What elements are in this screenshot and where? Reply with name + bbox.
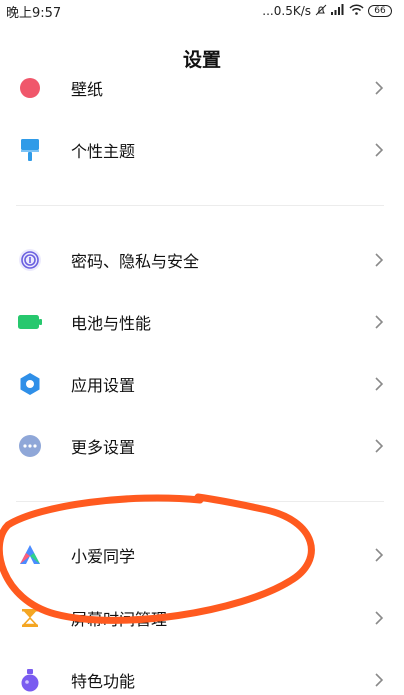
list-item-screen-time[interactable]: 屏幕时间管理 xyxy=(0,590,404,646)
flask-icon xyxy=(18,668,42,692)
list-item-label: 密码、隐私与安全 xyxy=(71,252,200,271)
chevron-right-icon xyxy=(372,611,386,625)
section-divider xyxy=(16,501,384,502)
chevron-right-icon xyxy=(372,253,386,267)
list-item-app-settings[interactable]: 应用设置 xyxy=(0,356,404,412)
chevron-right-icon xyxy=(372,673,386,687)
settings-list: 壁纸 个性主题 密码、隐私与安全 电池与性能 应用设置 更多设置 小爱同学 屏幕… xyxy=(0,0,404,695)
list-item-label: 小爱同学 xyxy=(71,547,136,566)
hourglass-icon xyxy=(18,606,42,630)
list-item-special-features[interactable]: 特色功能 xyxy=(0,652,404,695)
chevron-right-icon xyxy=(372,548,386,562)
xiaoai-icon xyxy=(18,543,42,567)
more-dots-icon xyxy=(18,434,42,458)
list-item-label: 更多设置 xyxy=(71,438,136,457)
list-item-more-settings[interactable]: 更多设置 xyxy=(0,418,404,474)
list-item-theme[interactable]: 个性主题 xyxy=(0,122,404,178)
chevron-right-icon xyxy=(372,439,386,453)
list-item-label: 特色功能 xyxy=(71,672,136,691)
chevron-right-icon xyxy=(372,143,386,157)
list-item-label: 应用设置 xyxy=(71,376,136,395)
list-item-label: 壁纸 xyxy=(71,80,104,99)
theme-brush-icon xyxy=(18,138,42,162)
chevron-right-icon xyxy=(372,315,386,329)
section-divider xyxy=(16,205,384,206)
list-item-label: 个性主题 xyxy=(71,142,136,161)
battery-icon xyxy=(18,310,42,334)
chevron-right-icon xyxy=(372,377,386,391)
list-item-label: 屏幕时间管理 xyxy=(71,610,168,629)
list-item-wallpaper-partial[interactable]: 壁纸 xyxy=(0,78,404,102)
list-item-battery[interactable]: 电池与性能 xyxy=(0,294,404,350)
fingerprint-icon xyxy=(18,248,42,272)
gear-icon xyxy=(18,372,42,396)
list-item-xiaoai[interactable]: 小爱同学 xyxy=(0,527,404,583)
list-item-label: 电池与性能 xyxy=(71,314,152,333)
chevron-right-icon xyxy=(372,81,386,95)
list-item-security[interactable]: 密码、隐私与安全 xyxy=(0,232,404,288)
wallpaper-icon xyxy=(18,78,42,100)
